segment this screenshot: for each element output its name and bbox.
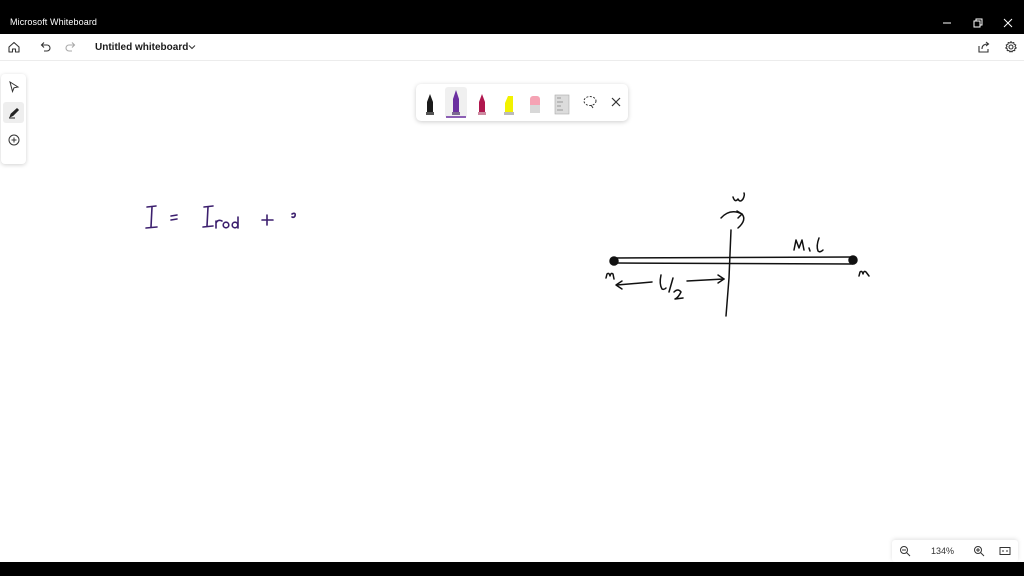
fit-to-screen-button[interactable] [996, 542, 1014, 560]
magenta-pen[interactable] [471, 87, 493, 118]
zoom-in-icon [974, 546, 985, 557]
lasso-icon[interactable] [581, 93, 599, 111]
select-tool-button[interactable] [3, 76, 24, 97]
eraser-tool[interactable] [524, 87, 546, 118]
zoom-in-button[interactable] [970, 542, 988, 560]
zoom-out-button[interactable] [896, 542, 914, 560]
share-button[interactable] [974, 37, 994, 57]
undo-button[interactable] [35, 37, 55, 57]
pen-icon [446, 90, 466, 118]
highlighter-icon [504, 96, 514, 115]
eraser-icon [530, 96, 540, 113]
gear-icon [1005, 41, 1017, 53]
document-title[interactable]: Untitled whiteboard [95, 42, 188, 53]
purple-pen[interactable] [445, 87, 467, 118]
share-icon [978, 41, 990, 53]
ink-rod-diagram[interactable] [605, 192, 870, 317]
left-tool-palette [1, 74, 26, 164]
zoom-bar: 134% [892, 540, 1018, 562]
minimize-button[interactable] [932, 12, 962, 34]
add-button[interactable] [3, 129, 24, 150]
restore-button[interactable] [963, 12, 993, 34]
ink-tool-button[interactable] [3, 102, 24, 123]
close-window-button[interactable] [993, 12, 1023, 34]
restore-icon [973, 18, 983, 28]
pen-icon [8, 107, 19, 118]
home-button[interactable] [4, 37, 24, 57]
app-window: Microsoft Whiteboard Untitled whiteboard [0, 12, 1024, 562]
undo-icon [40, 42, 51, 52]
chevron-down-icon[interactable] [187, 42, 197, 52]
ruler-icon [554, 94, 570, 115]
redo-icon [65, 42, 76, 52]
minimize-icon [943, 22, 951, 24]
close-palette-icon[interactable] [608, 94, 624, 110]
pointer-icon [8, 80, 19, 93]
ruler-tool[interactable] [551, 87, 573, 118]
pen-icon [478, 94, 486, 115]
ink-equation[interactable] [145, 205, 296, 229]
redo-button[interactable] [61, 37, 81, 57]
zoom-level[interactable]: 134% [931, 546, 954, 556]
ink-palette [416, 84, 628, 121]
settings-button[interactable] [1001, 37, 1021, 57]
add-circle-icon [8, 134, 19, 145]
black-pen[interactable] [419, 87, 441, 118]
window-title: Microsoft Whiteboard [10, 17, 98, 27]
close-icon [1003, 18, 1013, 28]
pen-icon [426, 94, 434, 115]
window-title-bar: Microsoft Whiteboard [0, 12, 1024, 34]
whiteboard-canvas[interactable] [0, 60, 1024, 550]
fit-screen-icon [999, 547, 1011, 555]
home-icon [8, 41, 20, 53]
app-toolbar: Untitled whiteboard [0, 34, 1024, 61]
yellow-highlighter[interactable] [498, 87, 520, 118]
zoom-out-icon [900, 546, 911, 557]
